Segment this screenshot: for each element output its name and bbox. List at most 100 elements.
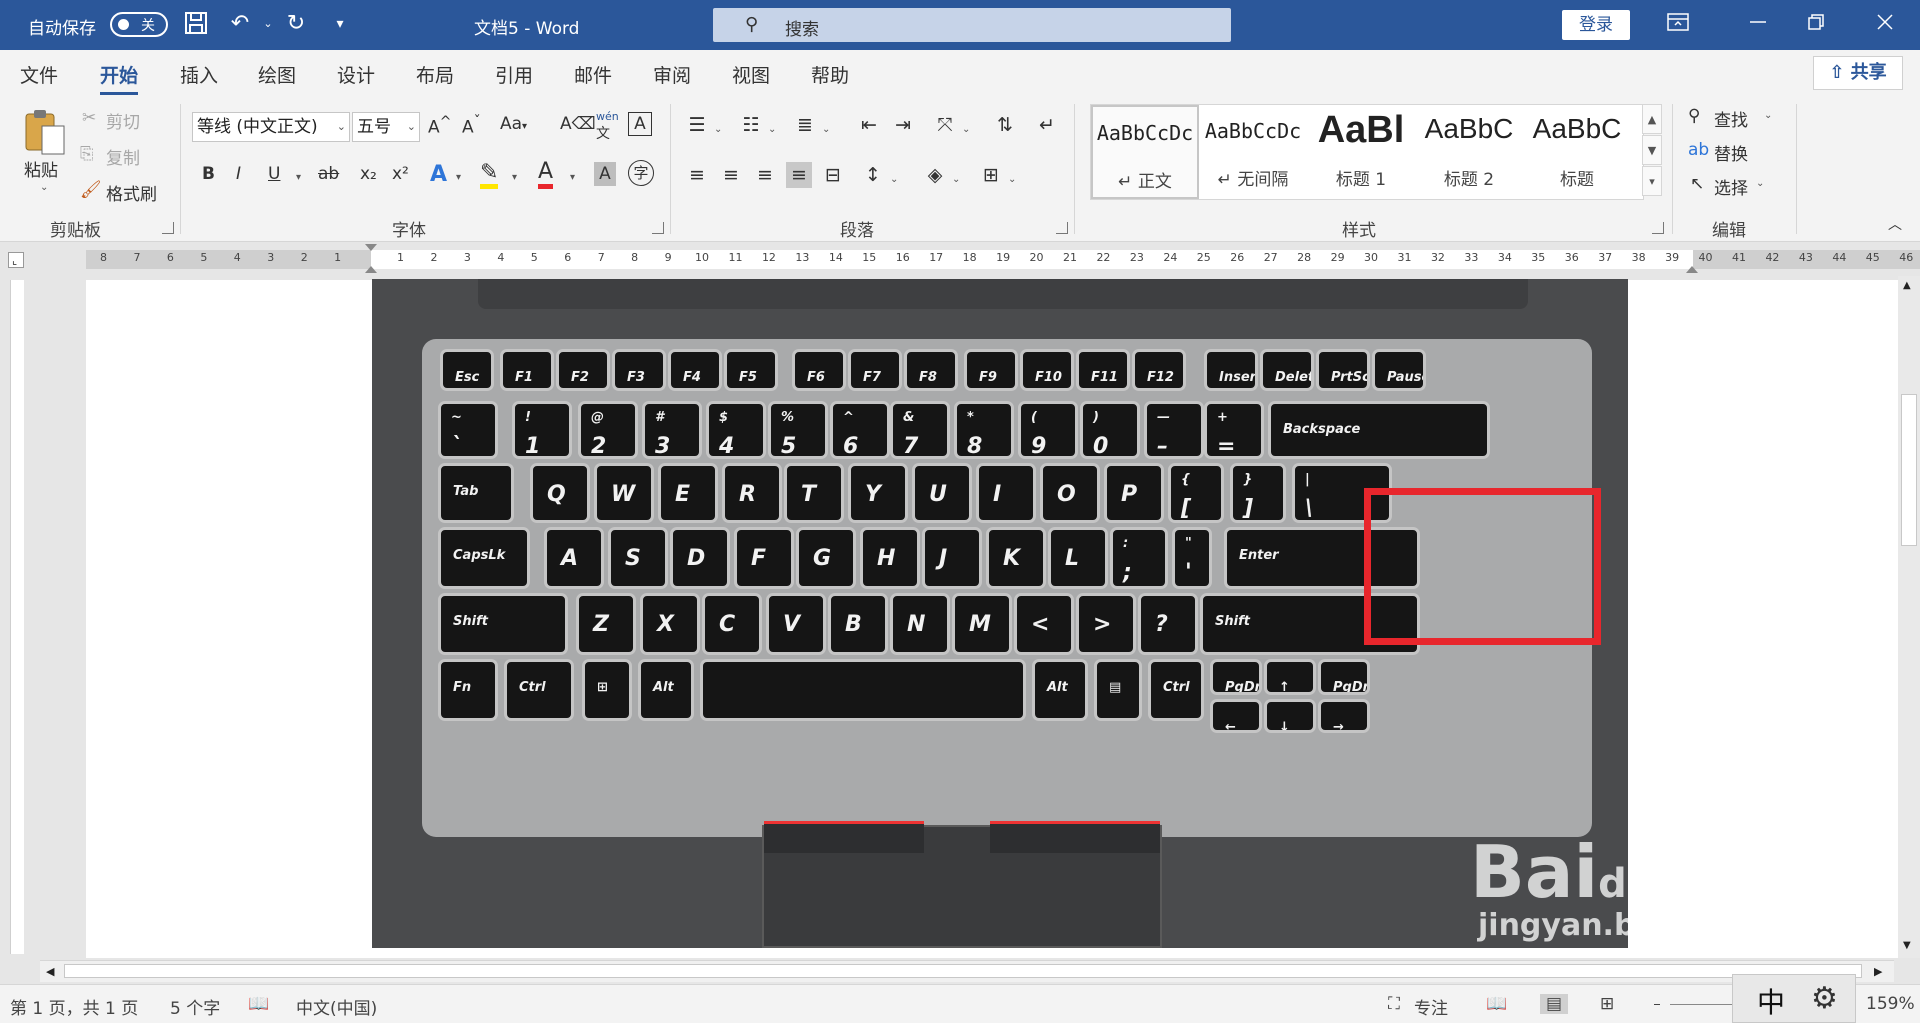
tab-mailings[interactable]: 邮件 — [574, 61, 612, 88]
decrease-indent-icon[interactable]: ⇤ — [856, 112, 882, 138]
language-status[interactable]: 中文(中国) — [296, 994, 377, 1019]
change-case-icon[interactable]: Aa▾ — [500, 114, 527, 134]
style-title[interactable]: AaBbC 标题 — [1523, 105, 1631, 199]
customize-quick-access-icon[interactable]: ▾ — [326, 10, 354, 38]
focus-mode[interactable]: 专注 — [1414, 994, 1448, 1019]
redo-icon[interactable]: ↻ — [282, 10, 310, 38]
font-size-select[interactable]: 五号 ⌄ — [352, 112, 420, 142]
style-no-spacing[interactable]: AaBbCcDc ↵ 无间隔 — [1199, 105, 1307, 199]
first-line-indent-marker[interactable] — [365, 244, 377, 251]
share-button[interactable]: ⇧ 共享 — [1813, 56, 1903, 90]
numbering-dropdown-icon[interactable]: ⌄ — [768, 124, 776, 135]
ime-mode[interactable]: 中 — [1757, 981, 1785, 1021]
restore-icon[interactable] — [1803, 12, 1829, 38]
text-effects-dropdown-icon[interactable]: ▾ — [456, 172, 461, 183]
ime-settings-icon[interactable]: ⚙ — [1811, 981, 1838, 1016]
enclose-characters-icon[interactable]: 字 — [628, 160, 654, 186]
bullets-dropdown-icon[interactable]: ⌄ — [714, 124, 722, 135]
vertical-scrollbar[interactable]: ▲ ▼ — [1898, 276, 1920, 958]
gallery-up-icon[interactable]: ▲ — [1642, 104, 1662, 134]
bold-button[interactable]: B — [202, 164, 215, 184]
italic-button[interactable]: I — [236, 164, 241, 184]
borders-icon[interactable]: ⊞ — [978, 162, 1004, 188]
styles-launcher-icon[interactable] — [1652, 222, 1664, 234]
zoom-slider[interactable] — [1670, 1004, 1734, 1005]
web-layout-icon[interactable]: ⊞ — [1600, 994, 1614, 1014]
multilevel-dropdown-icon[interactable]: ⌄ — [822, 124, 830, 135]
borders-dropdown-icon[interactable]: ⌄ — [1008, 174, 1016, 185]
tab-design[interactable]: 设计 — [337, 61, 375, 88]
line-spacing-icon[interactable]: ↕ — [860, 162, 886, 188]
focus-icon[interactable]: ⛶ — [1388, 994, 1400, 1014]
hanging-indent-marker[interactable] — [365, 266, 377, 273]
gallery-more-icon[interactable]: ▾ — [1642, 166, 1662, 196]
shading-icon[interactable]: ◈ — [922, 162, 948, 188]
find-button[interactable]: 查找 — [1714, 106, 1748, 131]
sort-icon[interactable]: ⇅ — [992, 112, 1018, 138]
tab-insert[interactable]: 插入 — [180, 61, 218, 88]
replace-button[interactable]: 替换 — [1714, 140, 1748, 165]
font-color-dropdown-icon[interactable]: ▾ — [570, 172, 575, 183]
zoom-out-icon[interactable] — [1654, 1004, 1660, 1005]
copy-button[interactable]: 复制 — [106, 144, 140, 169]
grow-font-icon[interactable]: A^ — [428, 114, 452, 138]
tab-home[interactable]: 开始 — [100, 61, 139, 95]
undo-dropdown-icon[interactable]: ⌄ — [254, 10, 282, 38]
numbering-icon[interactable]: ☷ — [738, 112, 764, 138]
underline-dropdown-icon[interactable]: ▾ — [296, 172, 301, 183]
align-center-icon[interactable]: ≡ — [718, 162, 744, 188]
character-shading-icon[interactable]: A — [594, 162, 616, 186]
multilevel-list-icon[interactable]: ≣ — [792, 112, 818, 138]
paste-icon[interactable] — [22, 106, 68, 156]
ribbon-display-options-icon[interactable] — [1665, 12, 1691, 38]
select-dropdown-icon[interactable]: ⌄ — [1756, 178, 1764, 189]
justify-icon[interactable]: ≡ — [786, 162, 812, 188]
style-heading-1[interactable]: AaBl 标题 1 — [1307, 105, 1415, 199]
paragraph-launcher-icon[interactable] — [1056, 222, 1068, 234]
format-painter-button[interactable]: 格式刷 — [106, 180, 157, 205]
proofing-icon[interactable]: 📖 — [248, 994, 269, 1014]
undo-icon[interactable]: ↶ — [226, 10, 254, 38]
hscroll-thumb[interactable] — [64, 964, 1862, 978]
style-heading-2[interactable]: AaBbC 标题 2 — [1415, 105, 1523, 199]
shading-dropdown-icon[interactable]: ⌄ — [952, 174, 960, 185]
tab-references[interactable]: 引用 — [495, 61, 533, 88]
right-indent-marker[interactable] — [1686, 266, 1698, 273]
scroll-right-icon[interactable]: ▶ — [1874, 965, 1882, 978]
phonetic-guide-icon[interactable]: wén 文 — [596, 110, 619, 143]
word-count[interactable]: 5 个字 — [170, 994, 220, 1019]
scroll-down-icon[interactable]: ▼ — [1903, 940, 1911, 951]
align-right-icon[interactable]: ≡ — [752, 162, 778, 188]
cut-button[interactable]: 剪切 — [106, 108, 140, 133]
search-box[interactable]: ⚲ 搜索 — [713, 8, 1231, 42]
underline-button[interactable]: U — [268, 164, 280, 184]
asian-layout-icon[interactable]: ⤧ — [932, 112, 958, 138]
paste-dropdown-icon[interactable]: ⌄ — [40, 182, 48, 193]
scroll-thumb[interactable] — [1901, 394, 1917, 546]
highlight-icon[interactable]: ✎ — [480, 162, 499, 189]
increase-indent-icon[interactable]: ⇥ — [890, 112, 916, 138]
bullets-icon[interactable]: ☰ — [684, 112, 710, 138]
tab-review[interactable]: 审阅 — [653, 61, 691, 88]
font-color-icon[interactable]: A — [538, 160, 554, 189]
line-spacing-dropdown-icon[interactable]: ⌄ — [890, 174, 898, 185]
distributed-icon[interactable]: ⊟ — [820, 162, 846, 188]
character-border-icon[interactable]: A — [628, 112, 652, 136]
save-icon[interactable] — [182, 10, 210, 38]
strikethrough-button[interactable]: ab — [318, 164, 339, 184]
align-left-icon[interactable]: ≡ — [684, 162, 710, 188]
clear-formatting-icon[interactable]: A⌫ — [560, 114, 596, 134]
subscript-button[interactable]: x₂ — [360, 164, 377, 184]
clipboard-launcher-icon[interactable] — [162, 222, 174, 234]
select-button[interactable]: 选择 — [1714, 174, 1748, 199]
close-icon[interactable] — [1872, 12, 1898, 38]
font-launcher-icon[interactable] — [652, 222, 664, 234]
zoom-level[interactable]: 159% — [1866, 994, 1915, 1014]
read-mode-icon[interactable]: 📖 — [1486, 994, 1507, 1014]
tab-file[interactable]: 文件 — [20, 61, 58, 88]
tab-selector-icon[interactable]: ⌞ — [8, 252, 24, 268]
show-marks-icon[interactable]: ↵ — [1034, 112, 1060, 138]
scroll-up-icon[interactable]: ▲ — [1903, 280, 1911, 291]
minimize-icon[interactable] — [1745, 12, 1771, 38]
gallery-down-icon[interactable]: ▼ — [1642, 135, 1662, 165]
